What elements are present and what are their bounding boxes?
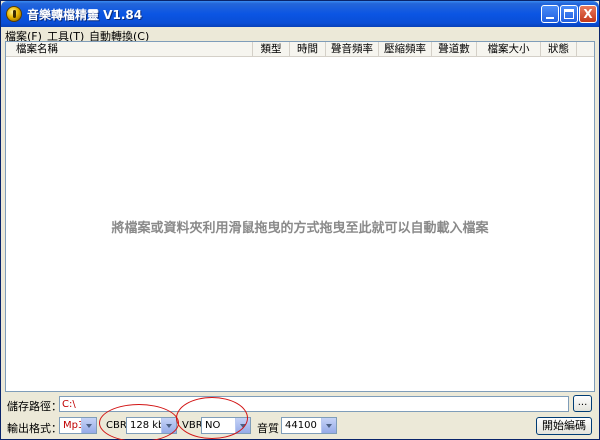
save-path-label: 儲存路徑： — [7, 400, 62, 413]
column-header-type[interactable]: 類型 — [253, 42, 290, 57]
file-list[interactable]: 檔案名稱 類型 時間 聲音頻率 壓縮頻率 聲道數 檔案大小 狀態 將檔案或資料夾… — [5, 41, 595, 392]
file-list-header: 檔案名稱 類型 時間 聲音頻率 壓縮頻率 聲道數 檔案大小 狀態 — [6, 42, 594, 57]
column-header-compression-rate[interactable]: 壓縮頻率 — [379, 42, 432, 57]
window-title: 音樂轉檔精靈 V1.84 — [27, 8, 143, 22]
quality-label: 音質 — [257, 422, 279, 435]
output-format-label: 輸出格式： — [7, 422, 62, 435]
minimize-button[interactable] — [541, 5, 559, 23]
output-format-select[interactable]: Mp3 — [59, 417, 97, 434]
chevron-down-icon[interactable] — [321, 418, 336, 433]
column-header-filler — [577, 42, 594, 57]
cbr-annotation-circle — [99, 404, 179, 440]
quality-select[interactable]: 44100 Hz — [281, 417, 337, 434]
column-header-sample-rate[interactable]: 聲音頻率 — [326, 42, 379, 57]
close-button[interactable]: X — [579, 5, 597, 23]
column-header-file-size[interactable]: 檔案大小 — [477, 42, 541, 57]
column-header-filename[interactable]: 檔案名稱 — [6, 42, 253, 57]
app-music-icon[interactable] — [6, 6, 22, 22]
close-icon: X — [583, 7, 593, 21]
vbr-annotation-circle — [176, 397, 248, 439]
chevron-down-icon[interactable] — [81, 418, 96, 433]
start-encoding-button[interactable]: 開始編碼 — [536, 417, 592, 435]
column-header-status[interactable]: 狀態 — [541, 42, 577, 57]
maximize-icon — [564, 9, 574, 19]
app-window: 音樂轉檔精靈 V1.84 X 檔案(F) 工具(T) 自動轉換(C) 檔案名稱 … — [0, 0, 600, 440]
column-header-channels[interactable]: 聲道數 — [432, 42, 477, 57]
drop-hint: 將檔案或資料夾利用滑鼠拖曳的方式拖曳至此就可以自動載入檔案 — [111, 221, 489, 236]
title-bar[interactable]: 音樂轉檔精靈 V1.84 X — [1, 1, 599, 27]
maximize-button[interactable] — [560, 5, 578, 23]
browse-button[interactable]: ... — [573, 395, 592, 412]
column-header-time[interactable]: 時間 — [290, 42, 326, 57]
minimize-icon — [546, 17, 554, 19]
